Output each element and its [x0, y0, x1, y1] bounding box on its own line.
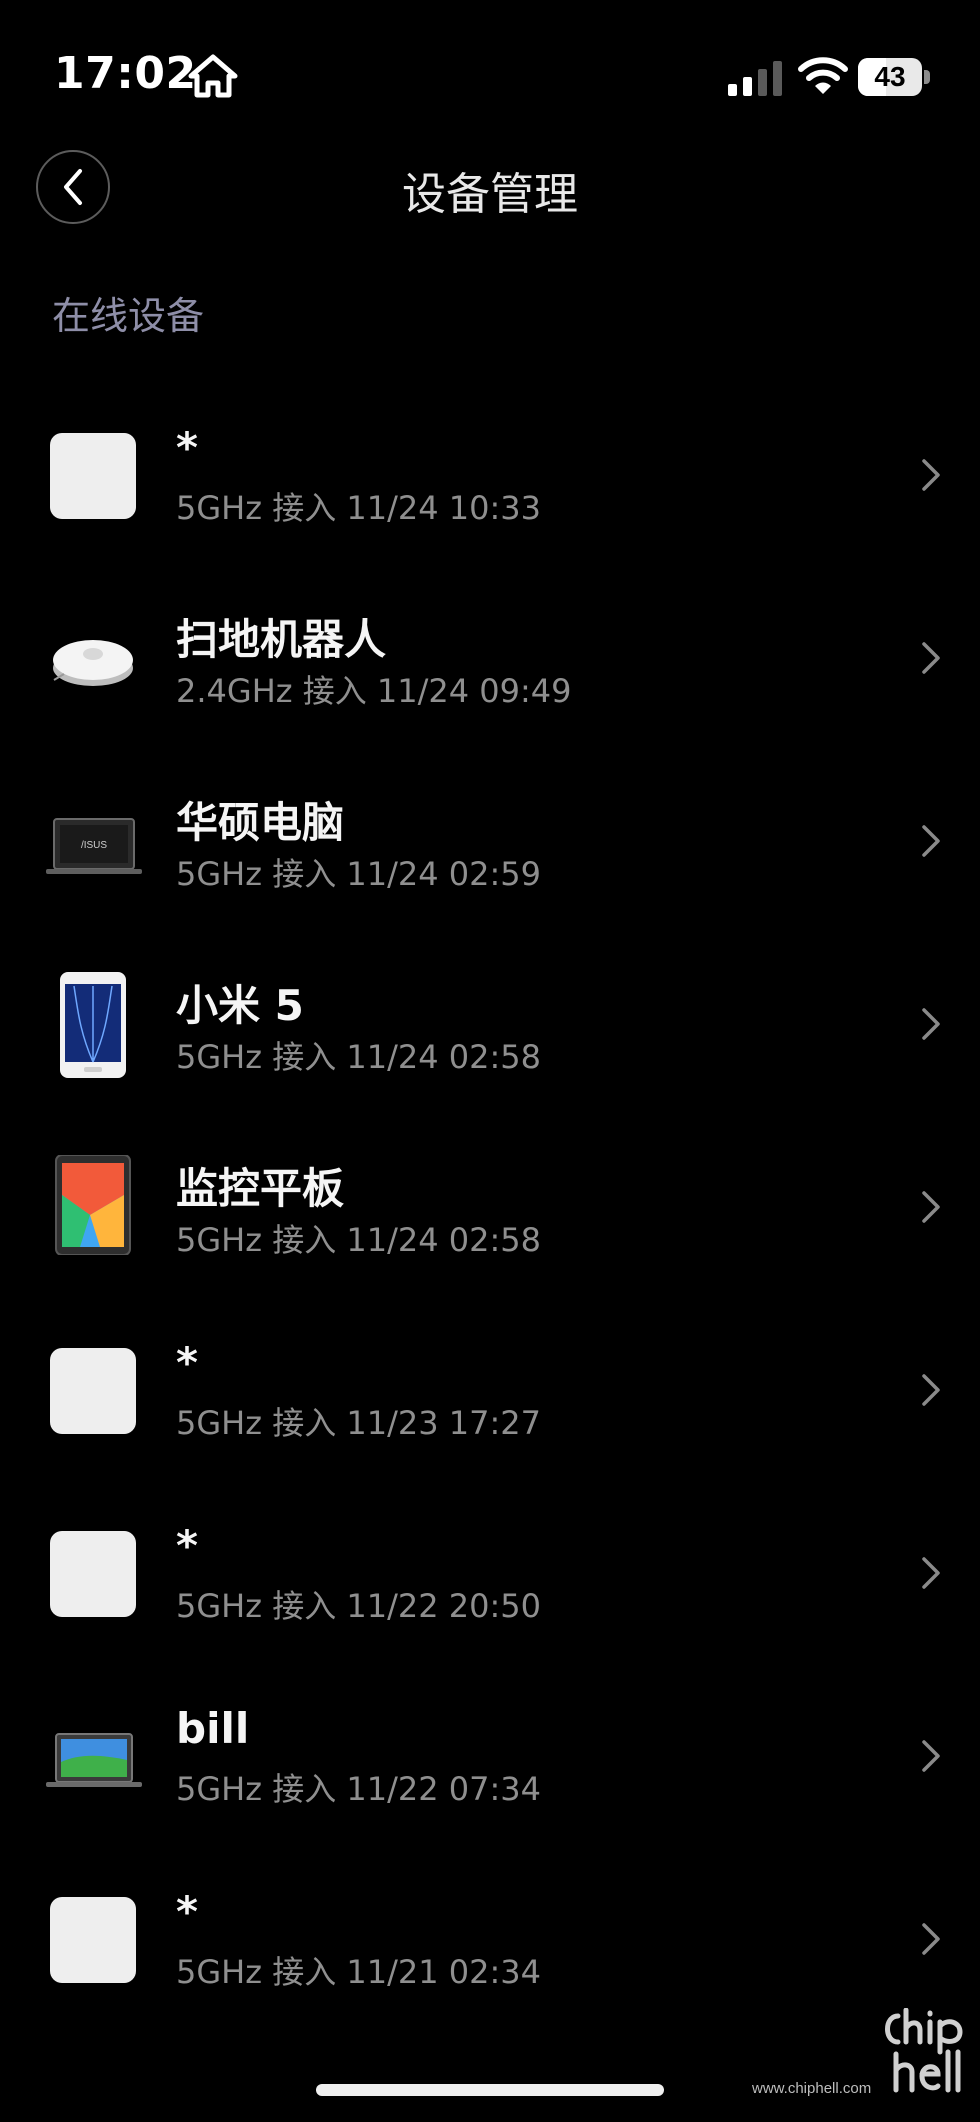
chevron-right-icon: [922, 1923, 940, 1955]
blank-device-icon: [50, 1348, 136, 1434]
chevron-right-icon: [922, 1191, 940, 1223]
device-connection-info: 5GHz 接入 11/22 20:50: [176, 1587, 541, 1625]
device-item[interactable]: 扫地机器人 2.4GHz 接入 11/24 09:49: [0, 586, 980, 769]
section-title-online-devices: 在线设备: [52, 294, 205, 338]
svg-text:/ISUS: /ISUS: [81, 840, 107, 851]
battery-indicator: 43: [858, 58, 930, 96]
device-name: *: [176, 423, 198, 472]
laptop-icon: [44, 1714, 144, 1800]
blank-device-icon: [50, 433, 136, 519]
device-item[interactable]: * 5GHz 接入 11/24 10:33: [0, 403, 980, 586]
device-connection-info: 5GHz 接入 11/24 02:58: [176, 1038, 541, 1076]
robot-vacuum-icon: [50, 616, 136, 702]
tablet-icon: [50, 1155, 136, 1255]
device-name: 监控平板: [176, 1164, 345, 1213]
device-name: *: [176, 1521, 198, 1570]
device-name: *: [176, 1887, 198, 1936]
chevron-right-icon: [922, 1557, 940, 1589]
watermark-url: www.chiphell.com: [752, 2080, 872, 2097]
chevron-right-icon: [922, 1008, 940, 1040]
wifi-icon: [798, 57, 848, 94]
home-indicator[interactable]: [316, 2084, 664, 2096]
house-icon: [188, 54, 238, 98]
device-connection-info: 5GHz 接入 11/22 07:34: [176, 1770, 541, 1808]
device-item[interactable]: bill 5GHz 接入 11/22 07:34: [0, 1684, 980, 1867]
device-item[interactable]: /ISUS 华硕电脑 5GHz 接入 11/24 02:59: [0, 769, 980, 952]
status-bar: 17:02 43: [0, 0, 980, 140]
device-connection-info: 5GHz 接入 11/21 02:34: [176, 1953, 541, 1991]
page-title: 设备管理: [402, 169, 578, 220]
device-name: bill: [176, 1704, 250, 1753]
chevron-right-icon: [922, 642, 940, 674]
chiphell-watermark: www.chiphell.com: [752, 2008, 966, 2098]
laptop-icon: /ISUS: [44, 799, 144, 885]
device-connection-info: 5GHz 接入 11/24 10:33: [176, 489, 541, 527]
device-item[interactable]: * 5GHz 接入 11/22 20:50: [0, 1501, 980, 1684]
chevron-right-icon: [922, 1740, 940, 1772]
smartphone-icon: [50, 972, 136, 1078]
status-time: 17:02: [54, 48, 197, 99]
device-list: * 5GHz 接入 11/24 10:33 扫地机器人 2.4GHz 接入 11…: [0, 403, 980, 2050]
device-connection-info: 5GHz 接入 11/24 02:59: [176, 855, 541, 893]
device-item[interactable]: 小米 5 5GHz 接入 11/24 02:58: [0, 952, 980, 1135]
device-item[interactable]: * 5GHz 接入 11/23 17:27: [0, 1318, 980, 1501]
battery-percentage: 43: [874, 61, 906, 92]
chiphell-logo: [885, 2008, 963, 2093]
device-connection-info: 5GHz 接入 11/23 17:27: [176, 1404, 541, 1442]
chevron-right-icon: [922, 459, 940, 491]
device-item[interactable]: 监控平板 5GHz 接入 11/24 02:58: [0, 1135, 980, 1318]
cellular-signal-icon: [728, 61, 782, 96]
blank-device-icon: [50, 1897, 136, 1983]
device-name: 华硕电脑: [176, 798, 345, 847]
device-name: *: [176, 1338, 198, 1387]
device-name: 扫地机器人: [176, 615, 387, 664]
chevron-right-icon: [922, 1374, 940, 1406]
device-connection-info: 5GHz 接入 11/24 02:58: [176, 1221, 541, 1259]
device-connection-info: 2.4GHz 接入 11/24 09:49: [176, 672, 572, 710]
blank-device-icon: [50, 1531, 136, 1617]
device-name: 小米 5: [176, 981, 304, 1030]
chevron-right-icon: [922, 825, 940, 857]
